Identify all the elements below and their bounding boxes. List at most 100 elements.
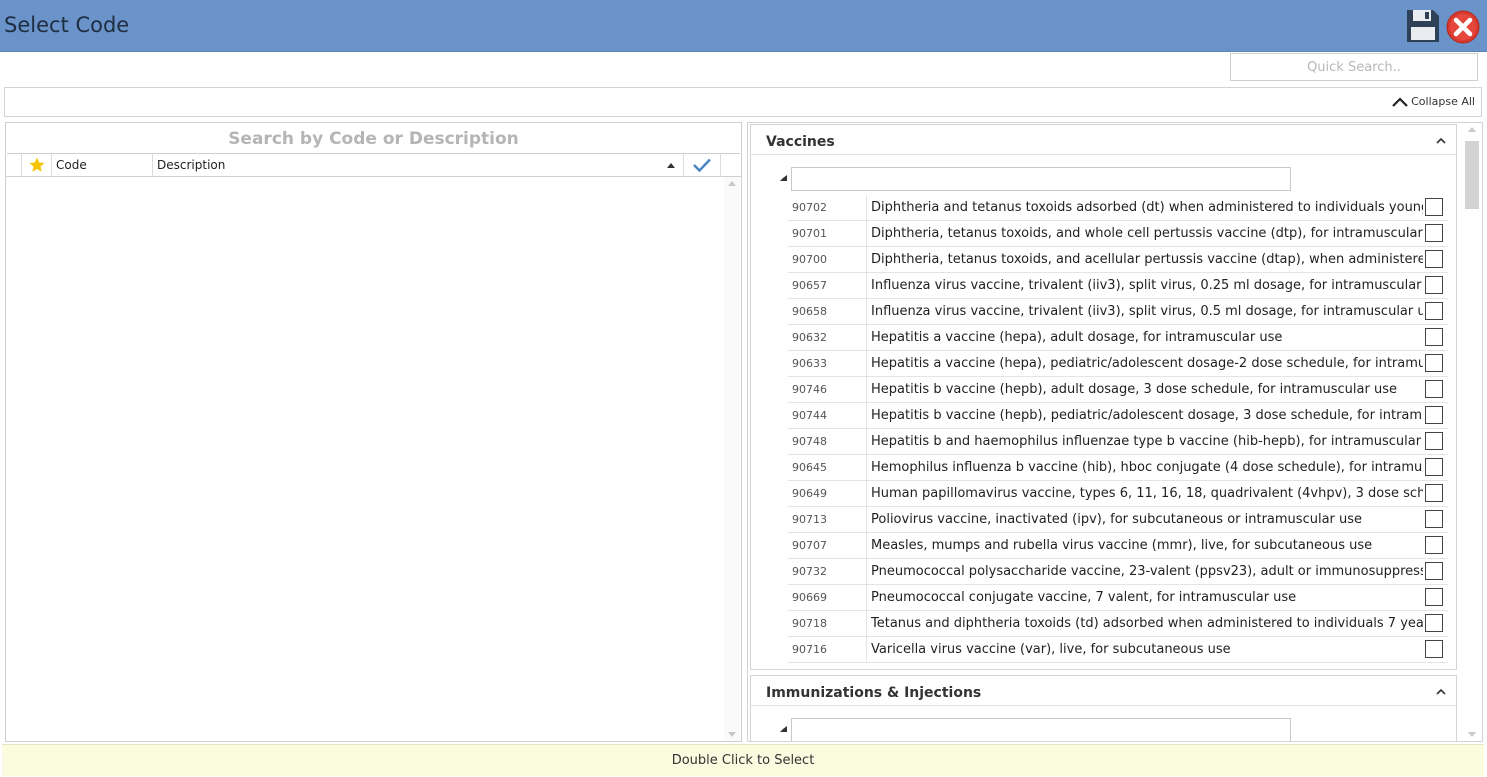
select-checkbox[interactable] — [1425, 562, 1443, 580]
status-hint: Double Click to Select — [2, 744, 1484, 776]
code-cell: 90744 — [788, 403, 867, 428]
quick-search-input[interactable] — [1230, 53, 1478, 81]
description-cell: Tetanus and diphtheria toxoids (td) adso… — [871, 616, 1423, 631]
description-column-label: Description — [157, 158, 226, 172]
select-checkbox[interactable] — [1425, 536, 1443, 554]
description-cell: Influenza virus vaccine, trivalent (iiv3… — [871, 278, 1423, 293]
description-column-header[interactable]: Description — [153, 154, 684, 176]
scroll-down-arrow-icon[interactable] — [1468, 732, 1476, 737]
description-cell: Varicella virus vaccine (var), live, for… — [871, 642, 1231, 657]
code-cell: 90707 — [788, 533, 867, 558]
code-cell: 90657 — [788, 273, 867, 298]
code-description-search-input[interactable] — [7, 124, 740, 154]
select-checkbox[interactable] — [1425, 458, 1443, 476]
code-cell: 90633 — [788, 351, 867, 376]
description-cell: Hepatitis a vaccine (hepa), adult dosage… — [871, 330, 1283, 345]
table-row[interactable]: 90701 Diphtheria, tetanus toxoids, and wh… — [788, 221, 1448, 247]
group-title: Immunizations & Injections — [766, 685, 982, 701]
code-cell: 90732 — [788, 559, 867, 584]
filter-expand-icon[interactable] — [780, 175, 787, 181]
select-checkbox[interactable] — [1425, 484, 1443, 502]
collapse-all-button[interactable]: Collapse All — [1391, 95, 1475, 108]
vaccine-rows: 90702 Diphtheria and tetanus toxoids adso… — [788, 195, 1448, 663]
table-row[interactable]: 90700 Diphtheria, tetanus toxoids, and ac… — [788, 247, 1448, 273]
code-cell: 90748 — [788, 429, 867, 454]
select-checkbox[interactable] — [1425, 380, 1443, 398]
group-header[interactable]: Vaccines — [751, 125, 1456, 155]
collapse-bar: Collapse All — [4, 87, 1482, 117]
table-row[interactable]: 90718 Tetanus and diphtheria toxoids (td)… — [788, 611, 1448, 637]
table-row[interactable]: 90645 Hemophilus influenza b vaccine (hib… — [788, 455, 1448, 481]
collapse-chevron-icon[interactable] — [1436, 688, 1446, 695]
table-row[interactable]: 90716 Varicella virus vaccine (var), live… — [788, 637, 1448, 663]
table-row[interactable]: 90658 Influenza virus vaccine, trivalent … — [788, 299, 1448, 325]
select-checkbox[interactable] — [1425, 250, 1443, 268]
results-grid-header: Code Description — [6, 154, 741, 177]
code-cell: 90746 — [788, 377, 867, 402]
filter-expand-icon[interactable] — [780, 726, 787, 732]
code-cell: 90701 — [788, 221, 867, 246]
table-row[interactable]: 90748 Hepatitis b and haemophilus influen… — [788, 429, 1448, 455]
select-checkbox[interactable] — [1425, 406, 1443, 424]
scroll-down-arrow-icon[interactable] — [728, 732, 736, 737]
table-row[interactable]: 90744 Hepatitis b vaccine (hepb), pediatr… — [788, 403, 1448, 429]
search-results-panel: Code Description — [5, 122, 742, 742]
results-scrollbar[interactable] — [724, 177, 740, 741]
group-immunizations-injections: Immunizations & Injections — [750, 675, 1457, 741]
table-row[interactable]: 90732 Pneumococcal polysaccharide vaccine… — [788, 559, 1448, 585]
description-cell: Hepatitis a vaccine (hepa), pediatric/ad… — [871, 356, 1423, 371]
select-checkbox[interactable] — [1425, 198, 1443, 216]
group-filter-input[interactable] — [791, 718, 1291, 741]
group-filter-input[interactable] — [791, 167, 1291, 191]
group-vaccines: Vaccines 90702 Diphtheria and tetanus tox… — [750, 124, 1457, 670]
select-checkbox[interactable] — [1425, 302, 1443, 320]
favorite-column-header[interactable] — [22, 154, 52, 176]
description-cell: Hepatitis b vaccine (hepb), pediatric/ad… — [871, 408, 1423, 423]
star-icon — [29, 157, 44, 172]
select-checkbox[interactable] — [1425, 276, 1443, 294]
scroll-up-arrow-icon[interactable] — [728, 181, 736, 186]
select-checkbox[interactable] — [1425, 640, 1443, 658]
table-row[interactable]: 90746 Hepatitis b vaccine (hepb), adult d… — [788, 377, 1448, 403]
table-row[interactable]: 90713 Poliovirus vaccine, inactivated (ip… — [788, 507, 1448, 533]
table-row[interactable]: 90649 Human papillomavirus vaccine, types… — [788, 481, 1448, 507]
close-circle-icon — [1446, 10, 1480, 44]
select-checkbox[interactable] — [1425, 328, 1443, 346]
scroll-up-arrow-icon[interactable] — [1468, 127, 1476, 132]
code-column-header[interactable]: Code — [52, 154, 153, 176]
select-checkbox[interactable] — [1425, 614, 1443, 632]
table-row[interactable]: 90702 Diphtheria and tetanus toxoids adso… — [788, 195, 1448, 221]
collapse-chevron-icon[interactable] — [1436, 137, 1446, 144]
save-button[interactable] — [1405, 8, 1441, 44]
select-column-header[interactable] — [684, 154, 721, 176]
group-header[interactable]: Immunizations & Injections — [751, 676, 1456, 706]
code-cell: 90649 — [788, 481, 867, 506]
code-groups-panel: Vaccines 90702 Diphtheria and tetanus tox… — [747, 122, 1483, 742]
code-cell: 90658 — [788, 299, 867, 324]
title-bar: Select Code — [0, 0, 1487, 52]
select-checkbox[interactable] — [1425, 588, 1443, 606]
scrollbar-thumb[interactable] — [1465, 141, 1479, 209]
close-button[interactable] — [1445, 9, 1481, 45]
table-row[interactable]: 90632 Hepatitis a vaccine (hepa), adult d… — [788, 325, 1448, 351]
description-cell: Pneumococcal conjugate vaccine, 7 valent… — [871, 590, 1297, 605]
description-cell: Measles, mumps and rubella virus vaccine… — [871, 538, 1373, 553]
select-checkbox[interactable] — [1425, 510, 1443, 528]
table-row[interactable]: 90633 Hepatitis a vaccine (hepa), pediatr… — [788, 351, 1448, 377]
description-cell: Human papillomavirus vaccine, types 6, 1… — [871, 486, 1423, 501]
description-cell: Poliovirus vaccine, inactivated (ipv), f… — [871, 512, 1363, 527]
description-cell: Diphtheria, tetanus toxoids, and acellul… — [871, 252, 1423, 267]
table-row[interactable]: 90669 Pneumococcal conjugate vaccine, 7 v… — [788, 585, 1448, 611]
description-cell: Hemophilus influenza b vaccine (hib), hb… — [871, 460, 1423, 475]
table-row[interactable]: 90707 Measles, mumps and rubella virus va… — [788, 533, 1448, 559]
groups-scrollbar[interactable] — [1463, 123, 1481, 741]
select-checkbox[interactable] — [1425, 224, 1443, 242]
group-title: Vaccines — [766, 134, 835, 150]
chevron-up-icon — [1392, 96, 1408, 107]
code-cell: 90700 — [788, 247, 867, 272]
select-checkbox[interactable] — [1425, 354, 1443, 372]
table-row[interactable]: 90657 Influenza virus vaccine, trivalent … — [788, 273, 1448, 299]
row-selector-header — [6, 154, 22, 176]
code-cell: 90718 — [788, 611, 867, 636]
select-checkbox[interactable] — [1425, 432, 1443, 450]
